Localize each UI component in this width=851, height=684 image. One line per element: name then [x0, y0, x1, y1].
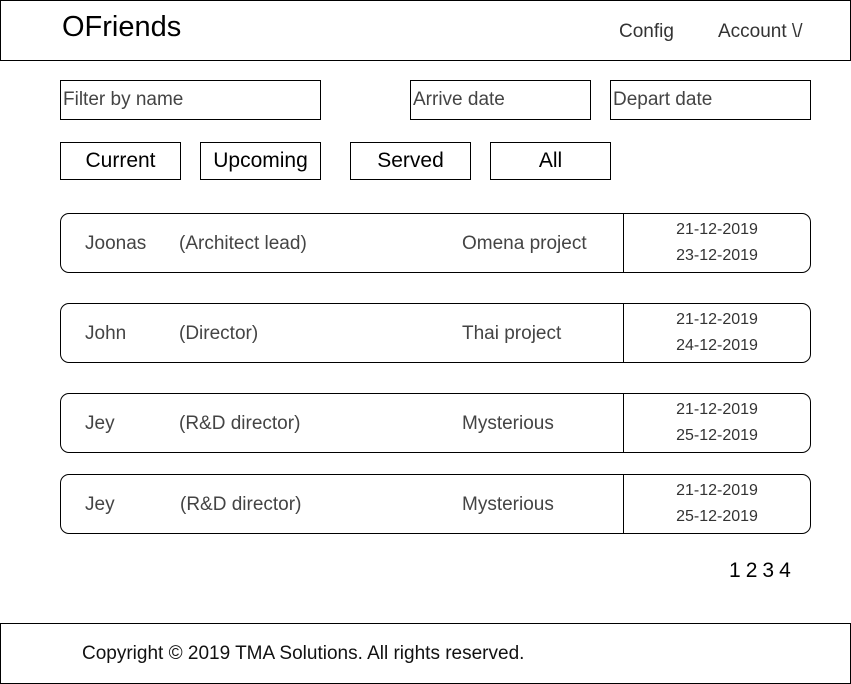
arrive-date: 21-12-2019 — [676, 221, 758, 238]
visitor-role: (Architect lead) — [179, 233, 307, 254]
visitor-role: (R&D director) — [180, 494, 302, 515]
visitor-role: (R&D director) — [179, 413, 301, 434]
visitor-name: Jey — [85, 494, 115, 515]
tab-upcoming-button[interactable]: Upcoming — [200, 142, 321, 180]
depart-date: 25-12-2019 — [676, 508, 758, 525]
arrive-date: 21-12-2019 — [676, 401, 758, 418]
visit-card[interactable]: Jey (R&D director) Mysterious 21-12-2019… — [60, 393, 811, 453]
depart-date-input[interactable] — [610, 80, 811, 120]
tab-served-button[interactable]: Served — [350, 142, 471, 180]
arrive-date: 21-12-2019 — [676, 311, 758, 328]
page-1-link[interactable]: 1 — [729, 559, 741, 582]
visit-card[interactable]: John (Director) Thai project 21-12-2019 … — [60, 303, 811, 363]
filter-name-input[interactable] — [60, 80, 321, 120]
depart-date: 24-12-2019 — [676, 337, 758, 354]
page-4-link[interactable]: 4 — [779, 559, 791, 582]
visitor-project: Omena project — [462, 233, 587, 254]
arrive-date: 21-12-2019 — [676, 482, 758, 499]
depart-date: 23-12-2019 — [676, 247, 758, 264]
nav-account-menu[interactable]: Account \/ — [718, 20, 803, 44]
tab-all-button[interactable]: All — [490, 142, 611, 180]
depart-date: 25-12-2019 — [676, 427, 758, 444]
page-3-link[interactable]: 3 — [762, 559, 774, 582]
visit-card[interactable]: Jey (R&D director) Mysterious 21-12-2019… — [60, 474, 811, 534]
copyright-text: Copyright © 2019 TMA Solutions. All righ… — [82, 643, 525, 664]
visitor-project: Mysterious — [462, 413, 554, 434]
page-2-link[interactable]: 2 — [746, 559, 758, 582]
visit-card[interactable]: Joonas (Architect lead) Omena project 21… — [60, 213, 811, 273]
visitor-role: (Director) — [179, 323, 259, 344]
visitor-name: Joonas — [85, 233, 147, 254]
nav-config-link[interactable]: Config — [619, 20, 674, 44]
app-logo[interactable]: OFriends — [62, 10, 181, 44]
visitor-name: John — [85, 323, 127, 344]
visitor-project: Thai project — [462, 323, 562, 344]
arrive-date-input[interactable] — [410, 80, 591, 120]
tab-current-button[interactable]: Current — [60, 142, 181, 180]
visitor-project: Mysterious — [462, 494, 554, 515]
pagination: 1234 — [729, 559, 796, 583]
visitor-name: Jey — [85, 413, 115, 434]
